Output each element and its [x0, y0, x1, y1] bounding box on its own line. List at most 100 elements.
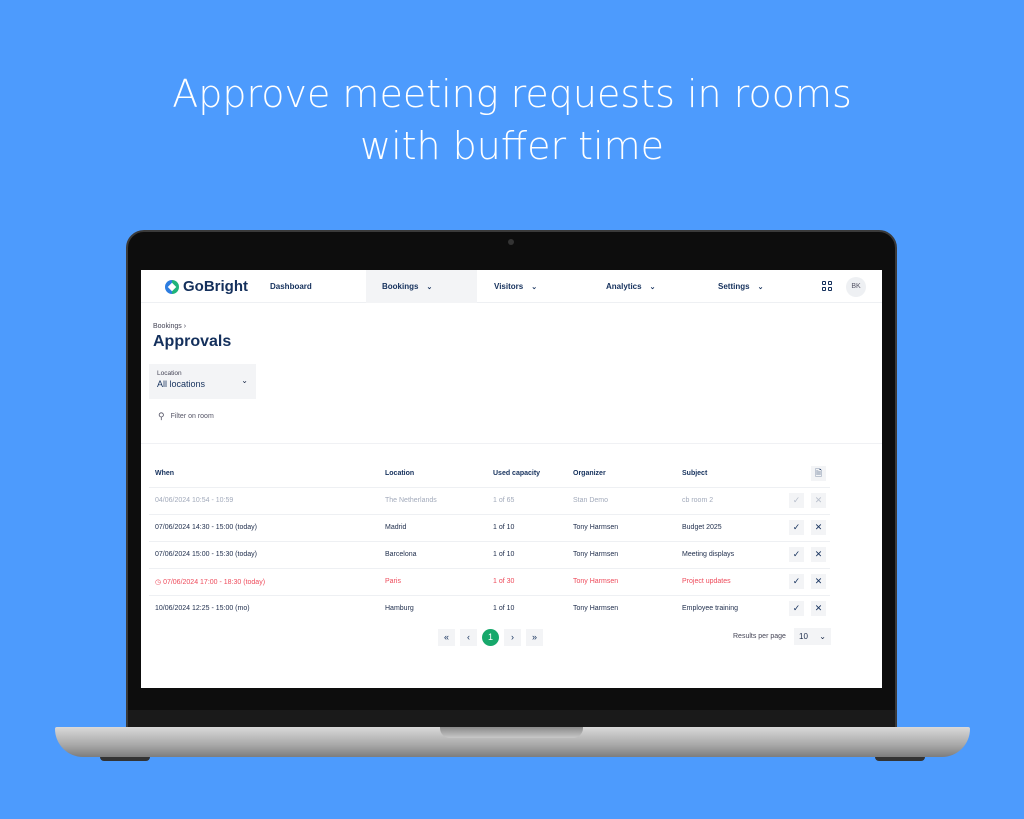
nav-settings[interactable]: Settings ⌄	[718, 270, 763, 303]
chevron-right-icon: ›	[183, 323, 187, 330]
cell-text: The Netherlands	[385, 497, 437, 504]
column-header[interactable]: Used capacity	[493, 470, 540, 477]
table-cell: Tony Harmsen	[573, 605, 618, 612]
location-label: Location	[157, 370, 182, 377]
logo[interactable]: GoBright	[165, 278, 248, 295]
location-select[interactable]: Location All locations ⌄	[149, 364, 256, 399]
brand-name: GoBright	[183, 278, 248, 295]
top-nav: GoBright Dashboard Bookings ⌄ Visitors ⌄ A…	[141, 270, 882, 303]
laptop-chin	[128, 710, 895, 728]
cell-text: Project updates	[682, 578, 731, 585]
gobright-logo-icon	[165, 279, 179, 294]
table-cell: Tony Harmsen	[573, 551, 618, 558]
table-cell: 1 of 10	[493, 524, 514, 531]
column-header[interactable]: When	[155, 470, 174, 477]
nav-analytics[interactable]: Analytics ⌄	[606, 270, 655, 303]
location-value: All locations	[157, 379, 206, 389]
approve-button[interactable]: ✓	[789, 520, 804, 535]
nav-label: Dashboard	[270, 282, 312, 291]
nav-visitors[interactable]: Visitors ⌄	[494, 270, 537, 303]
nav-label: Settings	[718, 282, 750, 291]
column-header[interactable]: Organizer	[573, 470, 606, 477]
reject-button[interactable]: ✕	[811, 574, 826, 589]
cell-text: 1 of 65	[493, 497, 515, 504]
table-cell: 1 of 65	[493, 497, 514, 504]
check-icon: ✓	[792, 603, 801, 613]
cell-text: Tony Harmsen	[573, 578, 619, 585]
cell-text: Paris	[385, 578, 401, 585]
laptop-foot	[875, 757, 925, 761]
nav-bookings[interactable]: Bookings ⌄	[366, 270, 477, 303]
cell-text: 07/06/2024 17:00 - 18:30 (today)	[163, 579, 266, 586]
cell-text: Madrid	[385, 524, 407, 531]
results-per-page-value: 10	[799, 632, 808, 641]
column-header[interactable]: Subject	[682, 470, 707, 477]
approve-button[interactable]: ✓	[789, 493, 804, 508]
nav-label: Bookings	[382, 282, 419, 291]
table-cell: ◷ 07/06/2024 17:00 - 18:30 (today)	[155, 578, 265, 586]
approve-button[interactable]: ✓	[789, 574, 804, 589]
table-cell: Madrid	[385, 524, 406, 531]
cell-text: 1 of 10	[493, 524, 515, 531]
approve-button[interactable]: ✓	[789, 601, 804, 616]
cell-text: Tony Harmsen	[573, 605, 619, 612]
table-cell: The Netherlands	[385, 497, 437, 504]
results-per-page-label: Results per page	[733, 633, 786, 640]
avatar[interactable]: BK	[846, 277, 866, 297]
table-cell: Budget 2025	[682, 524, 722, 531]
cell-text: 1 of 30	[493, 578, 515, 585]
nav-dashboard[interactable]: Dashboard	[259, 270, 323, 303]
table-cell: Paris	[385, 578, 401, 585]
page-1-button[interactable]: 1	[482, 629, 499, 646]
cell-text: Employee training	[682, 605, 739, 612]
reject-button[interactable]: ✕	[811, 547, 826, 562]
prev-page-button[interactable]: ‹	[460, 629, 477, 646]
table-row[interactable]	[149, 487, 830, 514]
breadcrumb-bookings[interactable]: Bookings	[153, 323, 182, 330]
divider	[141, 443, 882, 444]
first-page-button[interactable]: «	[438, 629, 455, 646]
reject-button[interactable]: ✕	[811, 493, 826, 508]
close-icon: ✕	[814, 603, 823, 613]
table-cell: 07/06/2024 14:30 - 15:00 (today)	[155, 524, 257, 531]
cell-text: Hamburg	[385, 605, 414, 612]
reject-button[interactable]: ✕	[811, 601, 826, 616]
reject-button[interactable]: ✕	[811, 520, 826, 535]
nav-label: Analytics	[606, 282, 642, 291]
table-cell: Hamburg	[385, 605, 414, 612]
table-cell: cb room 2	[682, 497, 713, 504]
cell-text: Meeting displays	[682, 551, 735, 558]
chevron-down-icon: ⌄	[241, 376, 248, 385]
chevron-down-icon: ⌄	[531, 284, 538, 291]
close-icon: ✕	[814, 576, 823, 586]
chevron-down-icon: ⌄	[819, 632, 826, 641]
headline-line-2: with buffer time	[359, 124, 665, 168]
apps-grid-icon[interactable]	[822, 281, 832, 291]
headline-line-1: Approve meeting requests in rooms	[172, 72, 852, 116]
table-cell: Project updates	[682, 578, 731, 585]
table-cell: 1 of 10	[493, 605, 514, 612]
cell-text: cb room 2	[682, 497, 714, 504]
laptop-notch	[440, 727, 583, 738]
cell-text: Tony Harmsen	[573, 551, 619, 558]
laptop-foot	[100, 757, 150, 761]
cell-text: Barcelona	[385, 551, 417, 558]
chevron-down-icon: ⌄	[757, 284, 764, 291]
last-page-button[interactable]: »	[526, 629, 543, 646]
approve-button[interactable]: ✓	[789, 547, 804, 562]
table-cell: Tony Harmsen	[573, 578, 618, 585]
cell-text: 04/06/2024 10:54 - 10:59	[155, 497, 234, 504]
check-icon: ✓	[792, 576, 801, 586]
table-cell: 1 of 30	[493, 578, 514, 585]
table-cell: Tony Harmsen	[573, 524, 618, 531]
next-page-button[interactable]: ›	[504, 629, 521, 646]
results-per-page-select[interactable]: 10 ⌄	[794, 628, 831, 645]
column-header[interactable]: Location	[385, 470, 414, 477]
table-cell: 1 of 10	[493, 551, 514, 558]
cell-text: 1 of 10	[493, 551, 515, 558]
table-cell: Employee training	[682, 605, 738, 612]
room-filter-input[interactable]: ⚲ Filter on room	[158, 411, 214, 422]
table-cell: Barcelona	[385, 551, 417, 558]
filter-placeholder: Filter on room	[170, 413, 214, 420]
export-icon[interactable]: 🗎	[811, 466, 826, 481]
